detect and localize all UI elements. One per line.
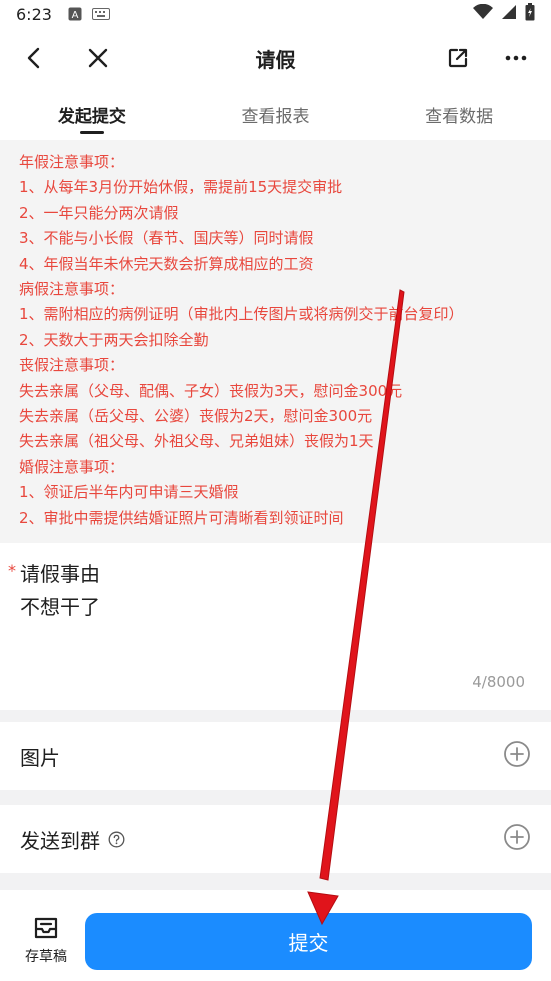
notice-heading: 婚假注意事项：	[19, 457, 125, 476]
wifi-icon	[473, 3, 493, 24]
tab-submit[interactable]: 发起提交	[0, 88, 184, 140]
tab-view-data[interactable]: 查看数据	[367, 88, 551, 140]
send-to-group-row[interactable]: 发送到群	[0, 805, 551, 873]
signal-icon	[501, 4, 517, 24]
notice-line: 失去亲属（岳父母、公婆）丧假为2天，慰问金300元	[19, 407, 373, 426]
images-row[interactable]: 图片	[0, 722, 551, 790]
status-time: 6:23	[16, 4, 52, 24]
app-header: 请假	[0, 28, 551, 88]
tab-label: 查看报表	[241, 106, 310, 127]
tab-bar: 发起提交 查看报表 查看数据	[0, 88, 551, 140]
plus-circle-icon	[504, 824, 530, 850]
reason-textarea[interactable]: 不想干了	[20, 591, 520, 661]
notice-line: 失去亲属（父母、配偶、子女）丧假为3天，慰问金300元	[19, 381, 403, 400]
add-group-button[interactable]	[503, 823, 531, 851]
tab-label: 查看数据	[425, 106, 494, 127]
required-mark: *	[8, 561, 16, 580]
tab-label: 发起提交	[57, 106, 126, 127]
images-label: 图片	[20, 745, 60, 770]
notice-line: 1、从每年3月份开始休假，需提前15天提交审批	[19, 178, 343, 197]
more-dots-icon	[505, 55, 527, 61]
question-circle-icon	[108, 831, 125, 847]
add-image-button[interactable]	[503, 740, 531, 768]
tab-view-report[interactable]: 查看报表	[184, 88, 368, 140]
share-external-icon	[448, 48, 468, 68]
notice-line: 2、天数大于两天会扣除全勤	[19, 330, 209, 349]
plus-circle-icon	[504, 741, 530, 767]
reason-card: * 请假事由 不想干了 4/8000	[0, 543, 551, 710]
save-draft-button[interactable]: 存草稿	[18, 914, 74, 970]
notice-line: 2、一年只能分两次请假	[19, 203, 179, 222]
send-to-group-label: 发送到群	[20, 828, 100, 853]
save-draft-label: 存草稿	[25, 949, 67, 965]
share-button[interactable]	[440, 40, 476, 76]
more-button[interactable]	[498, 40, 534, 76]
inbox-tray-icon	[34, 917, 58, 939]
notice-line: 1、需附相应的病例证明（审批内上传图片或将病例交于前台复印）	[19, 305, 464, 324]
notice-heading: 丧假注意事项：	[19, 356, 125, 375]
bottom-bar: 存草稿 提交	[0, 890, 551, 981]
tab-active-indicator	[79, 131, 104, 134]
notice-heading: 年假注意事项：	[19, 153, 125, 171]
notice-line: 2、审批中需提供结婚证照片可清晰看到领证时间	[19, 508, 344, 527]
notice-line: 3、不能与小长假（春节、国庆等）同时请假	[19, 229, 314, 248]
reason-label: 请假事由	[20, 562, 100, 586]
battery-icon	[525, 3, 535, 25]
notice-line: 4、年假当年未休完天数会折算成相应的工资	[19, 254, 314, 273]
app-a-icon: A	[68, 7, 82, 21]
submit-button[interactable]: 提交	[85, 913, 532, 970]
notice-line: 1、领证后半年内可申请三天婚假	[19, 483, 239, 502]
help-button[interactable]	[108, 831, 125, 848]
leave-notice: 年假注意事项： 1、从每年3月份开始休假，需提前15天提交审批 2、一年只能分两…	[0, 140, 551, 543]
svg-text:A: A	[72, 10, 79, 21]
status-bar: 6:23 A	[0, 0, 551, 28]
keyboard-icon	[91, 8, 110, 20]
char-counter: 4/8000	[472, 673, 525, 691]
notice-line: 失去亲属（祖父母、外祖父母、兄弟姐妹）丧假为1天	[19, 432, 374, 451]
notice-heading: 病假注意事项：	[19, 280, 125, 299]
